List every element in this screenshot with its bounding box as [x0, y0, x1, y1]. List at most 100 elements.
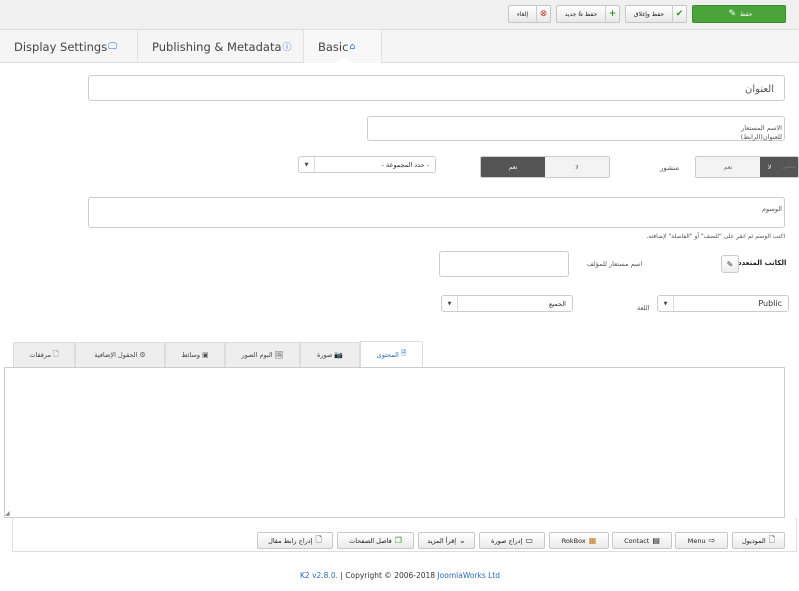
tab-publishing-metadata[interactable]: Publishing & Metadata ⓘ	[137, 30, 306, 63]
tab-image-label: صورة	[316, 351, 333, 359]
insert-article-link-label: إدراج رابط مقال	[268, 536, 313, 545]
gallery-icon: 🖼	[274, 351, 284, 359]
page-break-label: فاصل الصفحات	[349, 536, 392, 545]
monitor-icon: 🖵	[108, 41, 117, 52]
main-tabs: Display Settings 🖵 Publishing & Metadata…	[0, 30, 799, 64]
joomlaworks-link[interactable]: JoomlaWorks Ltd	[437, 571, 500, 580]
tab-gallery-label: البوم الصور	[241, 351, 273, 359]
published-hidden-label: منشور	[781, 164, 796, 170]
page-break-button[interactable]: ❐ فاصل الصفحات	[337, 532, 414, 549]
author-alias-label: اسم مستعار للمؤلف	[587, 260, 643, 268]
cancel-label: إلغاء	[516, 10, 529, 18]
contact-label: Contact	[624, 536, 650, 545]
published-label: منشور	[660, 164, 680, 172]
access-value: Public	[758, 299, 782, 308]
published-toggle[interactable]: نعم لا منشور	[695, 156, 799, 178]
home-icon: ⌂	[349, 41, 356, 52]
tab-content[interactable]: 🗎 المحتوى	[360, 341, 423, 367]
resize-handle-icon[interactable]: ◢	[5, 510, 10, 517]
tags-label: الوسوم	[762, 205, 782, 213]
contact-button[interactable]: Contact ▤	[612, 532, 672, 549]
save-label: حفظ	[740, 10, 753, 18]
edit-author-button[interactable]: ✎	[721, 255, 739, 273]
copy-icon: ❐	[394, 536, 402, 545]
tab-basic[interactable]: Basic ⌂	[303, 30, 382, 64]
save-button[interactable]: ✎ حفظ	[692, 5, 786, 23]
category-select[interactable]: ▼ - حدد المجموعة -	[298, 156, 436, 173]
document-icon: 🗎	[400, 349, 407, 357]
rokbox-button[interactable]: RokBox ▦	[549, 532, 609, 549]
tab-display-settings[interactable]: Display Settings 🖵	[0, 30, 131, 63]
plus-icon: +	[605, 6, 619, 22]
published-no-label: لا	[767, 163, 772, 171]
footer: K2 v2.8.0. | Copyright © 2006-2018 Jooml…	[300, 571, 500, 580]
close-circle-icon: ⊗	[536, 6, 550, 22]
featured-no[interactable]: لا	[545, 157, 609, 177]
tab-image[interactable]: 📷 صورة	[300, 342, 360, 367]
k2-item-editor: ✎ حفظ حفظ وإغلاق ✔ حفظ & جديد + إلغاء ⊗ …	[0, 0, 799, 591]
module-label: الموديول	[741, 536, 766, 545]
file-plus-icon: 🗋	[768, 534, 776, 544]
tab-media-label: وسائط	[181, 351, 200, 359]
save-new-button[interactable]: حفظ & جديد +	[556, 5, 620, 23]
gear-icon: ⚙	[139, 351, 146, 359]
tab-attachments[interactable]: 🗋 مرفقات	[13, 342, 75, 367]
pencil-icon: ✎	[726, 259, 734, 269]
module-button[interactable]: 🗋 الموديول	[732, 532, 785, 549]
published-yes[interactable]: نعم	[696, 157, 760, 177]
tags-hint: اكتب الوسم ثم انقر على "للضف" أو "الفاصل…	[646, 233, 785, 240]
alias-label: الاسم المستعار للعنوان(الرابط)	[741, 124, 782, 142]
access-select[interactable]: ▼ Public	[657, 295, 789, 312]
insert-image-label: إدراج صورة	[491, 536, 523, 545]
camera-icon: 📷	[334, 351, 344, 359]
tab-extra-fields[interactable]: ⚙ الحقول الإضافية	[75, 342, 165, 367]
copyright-text: | Copyright © 2006-2018	[337, 571, 438, 580]
edit-icon: ✎	[728, 9, 737, 19]
title-placeholder: العنوان	[745, 84, 774, 95]
menu-label: Menu	[687, 536, 706, 545]
tab-extra-fields-label: الحقول الإضافية	[94, 351, 138, 359]
media-icon: ▣	[201, 351, 209, 359]
tags-input[interactable]: الوسوم	[88, 197, 785, 228]
insert-article-link-button[interactable]: 🗋 إدراج رابط مقال	[257, 532, 333, 549]
published-no[interactable]: لا منشور	[760, 157, 798, 177]
read-more-label: إقرأ المزيد	[427, 536, 457, 545]
k2-version-link[interactable]: K2 v2.8.0.	[300, 571, 338, 580]
title-input[interactable]: العنوان	[88, 75, 785, 101]
tab-label: Publishing & Metadata	[152, 39, 282, 54]
editor-tabs: 🗎 المحتوى 📷 صورة 🖼 البوم الصور ▣ وسائط ⚙…	[0, 341, 799, 367]
chevron-down-icon: ⌄	[459, 536, 466, 545]
rokbox-label: RokBox	[561, 536, 586, 545]
save-new-label: حفظ & جديد	[564, 10, 598, 18]
language-select[interactable]: ▼ الجميع	[441, 295, 573, 312]
featured-toggle[interactable]: نعم لا	[480, 156, 610, 178]
author-label: الكاتب المتعدد	[738, 259, 786, 267]
menu-button[interactable]: Menu ⇨	[675, 532, 728, 549]
language-value: الجميع	[548, 299, 566, 308]
tab-media[interactable]: ▣ وسائط	[165, 342, 225, 367]
arrow-right-icon: ⇨	[708, 536, 716, 545]
tab-gallery[interactable]: 🖼 البوم الصور	[225, 342, 300, 367]
author-value: الكاتب المتعدد	[738, 259, 787, 267]
file-link-icon: 🗋	[315, 534, 322, 544]
file-icon: 🗋	[52, 349, 59, 358]
content-editor[interactable]: ◢	[4, 367, 785, 518]
tab-attachments-label: مرفقات	[29, 351, 51, 359]
alias-input[interactable]: الاسم المستعار للعنوان(الرابط)	[367, 116, 785, 141]
featured-yes[interactable]: نعم	[481, 157, 545, 177]
caret-down-icon: ▼	[442, 296, 458, 311]
save-close-button[interactable]: حفظ وإغلاق ✔	[625, 5, 687, 23]
rokbox-icon: ▦	[588, 536, 597, 545]
contact-icon: ▤	[652, 536, 660, 545]
tab-label: Basic	[318, 39, 349, 54]
alias-label-line2: للعنوان(الرابط)	[740, 133, 782, 141]
read-more-button[interactable]: ⌄ إقرأ المزيد	[418, 532, 475, 549]
alias-label-line1: الاسم المستعار	[741, 124, 782, 132]
toolbar: ✎ حفظ حفظ وإغلاق ✔ حفظ & جديد + إلغاء ⊗	[0, 0, 799, 30]
category-value: - حدد المجموعة -	[381, 160, 429, 169]
author-alias-input[interactable]	[439, 251, 569, 277]
insert-image-button[interactable]: ▭ إدراج صورة	[479, 532, 545, 549]
cancel-button[interactable]: إلغاء ⊗	[508, 5, 551, 23]
tab-content-label: المحتوى	[376, 350, 399, 359]
image-icon: ▭	[525, 536, 533, 545]
